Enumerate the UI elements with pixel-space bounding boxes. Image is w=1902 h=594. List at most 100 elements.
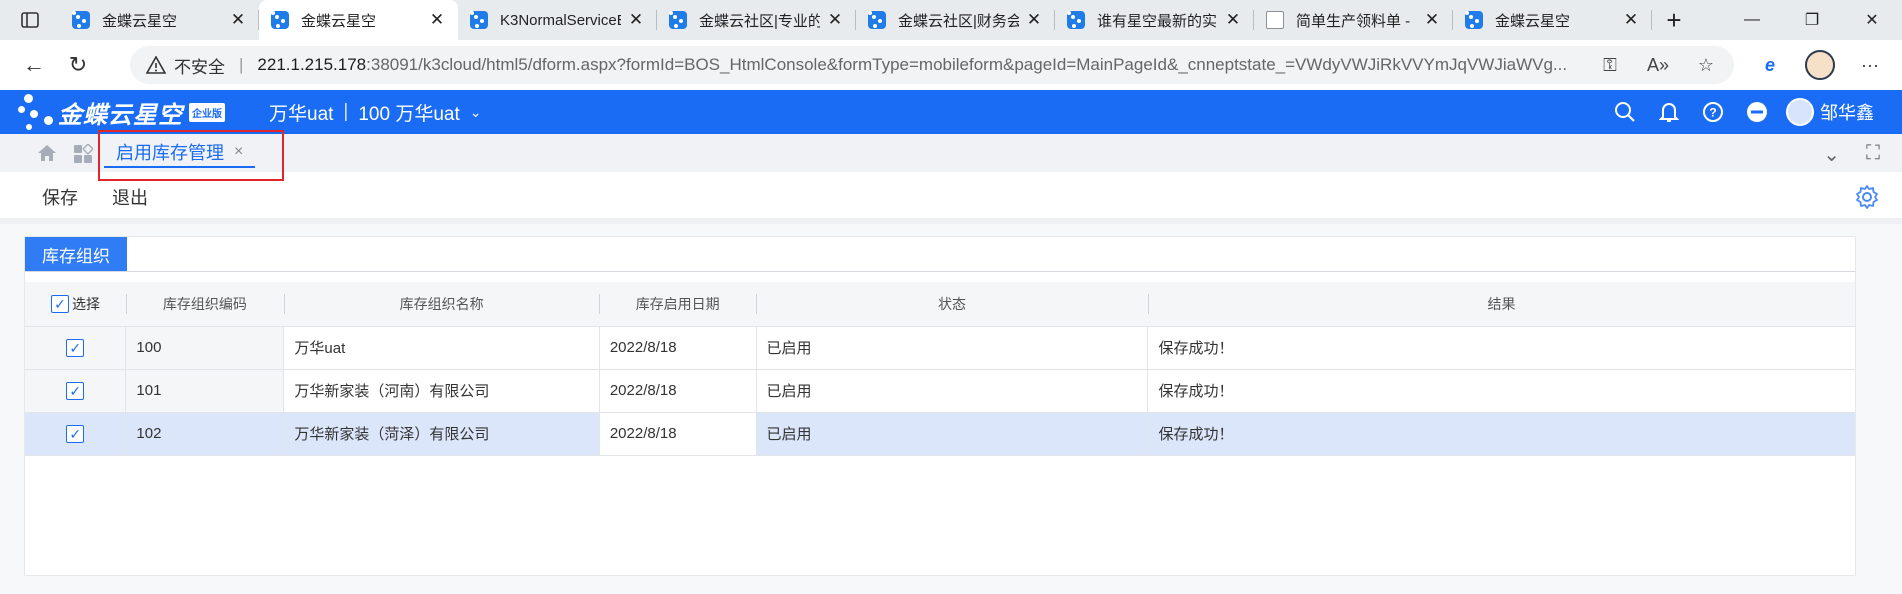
content-area: 库存组织 ✓ 选择 库存组织编码 库存组织名称 库存启用日期 状态 结果 ✓ 1… (0, 224, 1902, 594)
chevrons-down-icon[interactable]: ⌄ (1823, 142, 1840, 167)
close-window-button[interactable]: ✕ (1842, 0, 1902, 40)
warning-icon (146, 56, 166, 74)
save-button[interactable]: 保存 (42, 184, 78, 210)
browser-tab[interactable]: 金蝶云星空 ✕ (1453, 0, 1652, 40)
column-label: 选择 (71, 295, 100, 312)
minimize-button[interactable]: — (1722, 0, 1782, 40)
apps-icon[interactable] (73, 144, 93, 164)
help-icon: ? (1703, 102, 1723, 122)
url-field[interactable]: 不安全 | 221.1.215.178 :38091/k3cloud/html5… (130, 46, 1734, 84)
tab-actions-icon (21, 12, 39, 28)
fullscreen-icon[interactable]: ⛶ (1866, 142, 1880, 167)
search-button[interactable] (1610, 97, 1640, 127)
browser-tab[interactable]: 简单生产领料单 - ✕ (1254, 0, 1453, 40)
close-icon[interactable]: ✕ (627, 10, 645, 29)
select-all-checkbox[interactable]: ✓ (50, 294, 69, 313)
profile-button[interactable] (1798, 45, 1842, 85)
browser-tab[interactable]: 金蝶云社区|财务会 ✕ (856, 0, 1055, 40)
read-aloud-icon[interactable]: A» (1638, 50, 1678, 80)
column-header-org-code[interactable]: 库存组织编码 (125, 282, 284, 327)
app-header: 金蝶云星空 企业版 万华uat | 100 万华uat ⌄ ? 邹华鑫 (0, 90, 1902, 134)
close-icon[interactable]: ✕ (1622, 10, 1640, 29)
row-checkbox[interactable]: ✓ (66, 338, 85, 357)
profile-avatar (1805, 50, 1835, 80)
browser-tab-label: 金蝶云星空 (102, 12, 178, 30)
kingdee-favicon-icon (271, 11, 289, 29)
close-icon[interactable]: ✕ (1025, 10, 1043, 29)
enable-date-cell[interactable]: 2022/8/18 (598, 412, 757, 456)
org-switcher[interactable]: 万华uat | 100 万华uat ⌄ (269, 99, 482, 126)
close-icon: ✕ (1865, 12, 1879, 29)
search-icon (1615, 102, 1635, 122)
key-icon[interactable]: ⚿ (1590, 50, 1630, 80)
brand-name: 金蝶云星空 (58, 101, 183, 129)
column-header-enable-date[interactable]: 库存启用日期 (599, 282, 757, 327)
omnibox-actions: ⚿ A» ☆ (1590, 50, 1734, 80)
row-checkbox[interactable]: ✓ (66, 424, 85, 443)
org-code-cell: 102 (125, 412, 284, 456)
browser-tab-bar: 金蝶云星空 ✕ 金蝶云星空 ✕ K3NormalServiceE ✕ 金蝶云社区|专业… (0, 0, 1902, 40)
org-name-cell: 万华uat (283, 326, 600, 370)
tab-inventory-org[interactable]: 库存组织 (25, 237, 127, 271)
row-checkbox[interactable]: ✓ (66, 381, 85, 400)
home-icon[interactable] (36, 142, 58, 164)
browser-tab-label: 金蝶云星空 (1495, 12, 1571, 30)
column-header-status[interactable]: 状态 (756, 282, 1148, 327)
close-icon[interactable]: ✕ (1423, 10, 1441, 29)
browser-tab-label: 金蝶云社区|专业的 (699, 12, 820, 30)
org-separator: | (343, 101, 349, 122)
document-favicon-icon (1266, 11, 1284, 29)
enable-date-cell[interactable]: 2022/8/18 (598, 326, 757, 370)
row-select-cell: ✓ (25, 412, 126, 456)
enable-date-cell[interactable]: 2022/8/18 (598, 369, 757, 413)
table-row-selected[interactable]: ✓ 102 万华新家装（菏泽）有限公司 2022/8/18 已启用 保存成功！ (25, 412, 1855, 456)
url-host: 221.1.215.178 (257, 55, 367, 74)
ie-mode-button[interactable]: e (1748, 45, 1792, 85)
window-controls: — ❐ ✕ (1722, 0, 1902, 40)
page-tab-bar: 启用库存管理 × ⌄ ⛶ (0, 134, 1902, 172)
kingdee-favicon-icon (669, 11, 687, 29)
tab-actions-button[interactable] (0, 0, 60, 40)
collapse-button[interactable] (1742, 97, 1772, 127)
address-bar-row: ← ↻ 不安全 | 221.1.215.178 :38091/k3cloud/h… (0, 40, 1902, 90)
more-button[interactable]: ··· (1848, 45, 1892, 85)
table-row[interactable]: ✓ 100 万华uat 2022/8/18 已启用 保存成功！ (25, 326, 1855, 370)
brand-logo[interactable]: 金蝶云星空 企业版 (0, 90, 225, 134)
browser-tab-label: 金蝶云社区|财务会 (898, 12, 1019, 30)
form-toolbar: 保存 退出 (0, 172, 1902, 224)
browser-tab[interactable]: 谁有星空最新的实 ✕ (1055, 0, 1254, 40)
plus-icon: + (1666, 4, 1682, 35)
close-icon[interactable]: ✕ (229, 10, 247, 29)
back-button[interactable]: ← (12, 45, 56, 85)
close-icon[interactable]: ✕ (1224, 10, 1242, 29)
close-icon[interactable]: ✕ (428, 10, 446, 29)
browser-tab[interactable]: K3NormalServiceE ✕ (458, 0, 657, 40)
inventory-org-panel: 库存组织 ✓ 选择 库存组织编码 库存组织名称 库存启用日期 状态 结果 ✓ 1… (24, 236, 1856, 576)
restore-icon: ❐ (1804, 12, 1820, 29)
notification-button[interactable] (1654, 97, 1684, 127)
table-row[interactable]: ✓ 101 万华新家装（河南）有限公司 2022/8/18 已启用 保存成功！ (25, 369, 1855, 413)
table-header-row: ✓ 选择 库存组织编码 库存组织名称 库存启用日期 状态 结果 (25, 282, 1855, 327)
browser-tab[interactable]: 金蝶云社区|专业的 ✕ (657, 0, 856, 40)
status-cell: 已启用 (755, 412, 1148, 456)
user-menu[interactable]: 邹华鑫 (1786, 98, 1874, 126)
page-tab-actions: ⌄ ⛶ (1823, 142, 1880, 167)
close-icon[interactable]: ✕ (826, 10, 844, 29)
divider (25, 271, 1855, 272)
new-tab-button[interactable]: + (1652, 0, 1696, 40)
restore-button[interactable]: ❐ (1782, 0, 1842, 40)
column-header-select[interactable]: ✓ 选择 (25, 282, 126, 327)
gear-icon[interactable] (1854, 184, 1880, 210)
refresh-button[interactable]: ↻ (56, 45, 100, 85)
row-select-cell: ✓ (25, 326, 126, 370)
browser-tab[interactable]: 金蝶云星空 ✕ (60, 0, 259, 40)
help-button[interactable]: ? (1698, 97, 1728, 127)
kingdee-favicon-icon (1465, 11, 1483, 29)
column-header-result[interactable]: 结果 (1147, 282, 1855, 327)
minimize-icon: — (1744, 11, 1760, 28)
column-header-org-name[interactable]: 库存组织名称 (283, 282, 600, 327)
favorite-add-icon[interactable]: ☆ (1686, 50, 1726, 80)
browser-tab-active[interactable]: 金蝶云星空 ✕ (259, 0, 458, 40)
exit-button[interactable]: 退出 (112, 184, 148, 210)
org-code-cell: 100 (125, 326, 284, 370)
